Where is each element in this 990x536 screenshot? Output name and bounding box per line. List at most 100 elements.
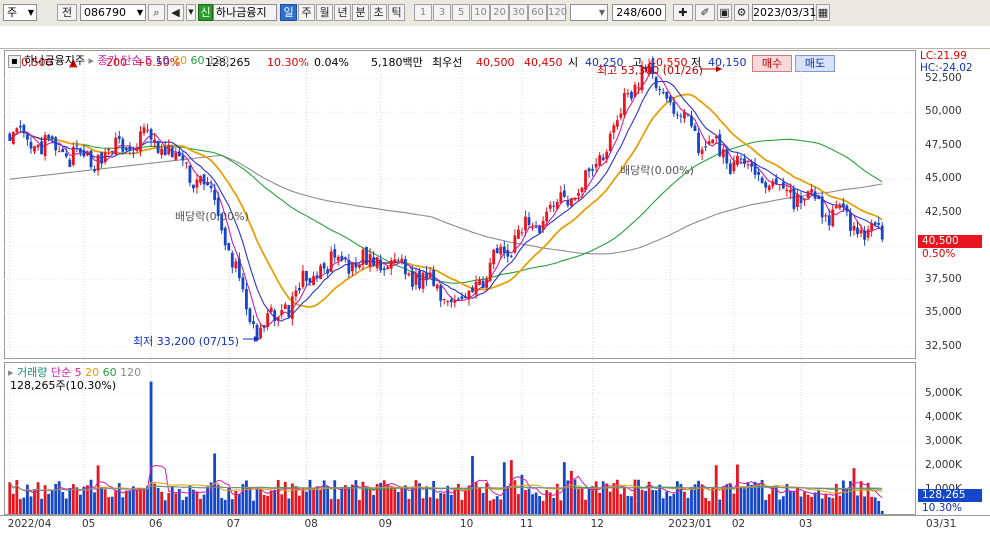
candle-body xyxy=(393,259,397,264)
candle xyxy=(181,150,185,167)
candle xyxy=(18,120,22,132)
candle xyxy=(700,146,704,161)
candle-body xyxy=(757,171,761,175)
volume-y-tick-label: 3,000K xyxy=(925,434,962,447)
candle-body xyxy=(227,243,231,251)
x-tick-label: 09 xyxy=(378,518,393,530)
current-price-tag: 40,500 xyxy=(918,235,982,248)
candle-body xyxy=(513,235,517,253)
candle xyxy=(478,276,481,286)
candle-body xyxy=(64,153,68,157)
candle xyxy=(96,154,100,176)
candle-body xyxy=(594,163,598,168)
x-tick-label: 11 xyxy=(519,518,534,530)
lc-label: LC:21.99 xyxy=(920,50,967,62)
candle-body xyxy=(93,169,96,172)
candle-body xyxy=(626,93,630,95)
candle xyxy=(174,147,178,162)
candle-body xyxy=(870,223,874,231)
candle-body xyxy=(107,148,111,151)
candle xyxy=(517,225,520,239)
candle xyxy=(11,131,15,145)
candle-body xyxy=(541,220,545,231)
candle-body xyxy=(188,165,192,183)
candle xyxy=(365,246,368,266)
candle xyxy=(690,110,693,129)
candle-body xyxy=(428,272,432,278)
candle xyxy=(630,90,633,102)
candle-body xyxy=(315,275,319,278)
candle-body xyxy=(732,161,736,172)
candle xyxy=(467,290,471,306)
x-tick-label: 02 xyxy=(731,518,746,530)
candle-body xyxy=(831,209,835,227)
candle-body xyxy=(8,133,12,141)
candle-body xyxy=(619,113,623,118)
candle-body xyxy=(781,182,785,189)
candle-body xyxy=(608,133,612,152)
candle xyxy=(880,222,884,243)
candle-body xyxy=(259,327,262,339)
candle-body xyxy=(675,114,679,116)
candle-body xyxy=(778,184,782,186)
candle-body xyxy=(322,263,326,269)
candle-body xyxy=(33,146,36,152)
candle-body xyxy=(195,179,199,188)
candle xyxy=(728,159,732,175)
ma10-legend: 10 xyxy=(155,54,170,67)
candle-body xyxy=(100,152,104,164)
candle xyxy=(273,308,277,327)
candle-body xyxy=(813,191,817,199)
candle-body xyxy=(460,296,464,299)
candle xyxy=(534,220,538,229)
candle-body xyxy=(612,125,616,133)
candle-body xyxy=(418,270,421,289)
candle-body xyxy=(774,178,778,184)
candle xyxy=(163,141,167,156)
candle xyxy=(863,226,866,246)
candle xyxy=(453,294,457,308)
candle xyxy=(679,112,683,124)
y-tick-label: 35,000 xyxy=(925,306,962,319)
candle-body xyxy=(679,115,683,117)
y-tick-label: 32,500 xyxy=(925,339,962,352)
candle xyxy=(474,275,478,299)
candle-body xyxy=(637,87,640,89)
candle xyxy=(393,252,397,264)
candle-body xyxy=(880,225,884,240)
candle-body xyxy=(329,251,333,272)
ma5-line xyxy=(9,71,883,329)
candle-body xyxy=(312,276,315,286)
candle-body xyxy=(718,134,722,157)
candle-body xyxy=(29,141,33,149)
candle-body xyxy=(852,225,856,231)
candle xyxy=(403,255,407,280)
candle xyxy=(26,134,29,146)
candle xyxy=(813,186,817,202)
candle-body xyxy=(333,249,337,258)
candle-body xyxy=(803,198,806,201)
candle-body xyxy=(18,125,22,128)
ma-legend-title: 종가 단순 xyxy=(97,54,142,67)
candle-body xyxy=(481,280,485,289)
candle xyxy=(290,291,294,326)
candle-body xyxy=(262,325,266,327)
candle-body xyxy=(520,232,524,234)
candle xyxy=(764,180,768,194)
candle-body xyxy=(57,151,61,153)
candle xyxy=(859,224,863,238)
candle xyxy=(47,133,51,142)
candle-body xyxy=(50,136,54,140)
candle-body xyxy=(411,271,414,287)
candle-body xyxy=(693,125,697,132)
candle xyxy=(146,123,149,134)
candle-body xyxy=(184,162,188,164)
candle-body xyxy=(319,265,323,279)
candle xyxy=(778,183,782,191)
candle-body xyxy=(499,246,503,255)
x-tick-label: 05 xyxy=(81,518,96,530)
price-legend: ▪ 하나금융지주 ▸ 종가 단순 5 10 20 60 120 xyxy=(8,52,229,68)
candle xyxy=(520,228,524,237)
candle xyxy=(298,282,301,294)
candle-body xyxy=(149,129,153,140)
